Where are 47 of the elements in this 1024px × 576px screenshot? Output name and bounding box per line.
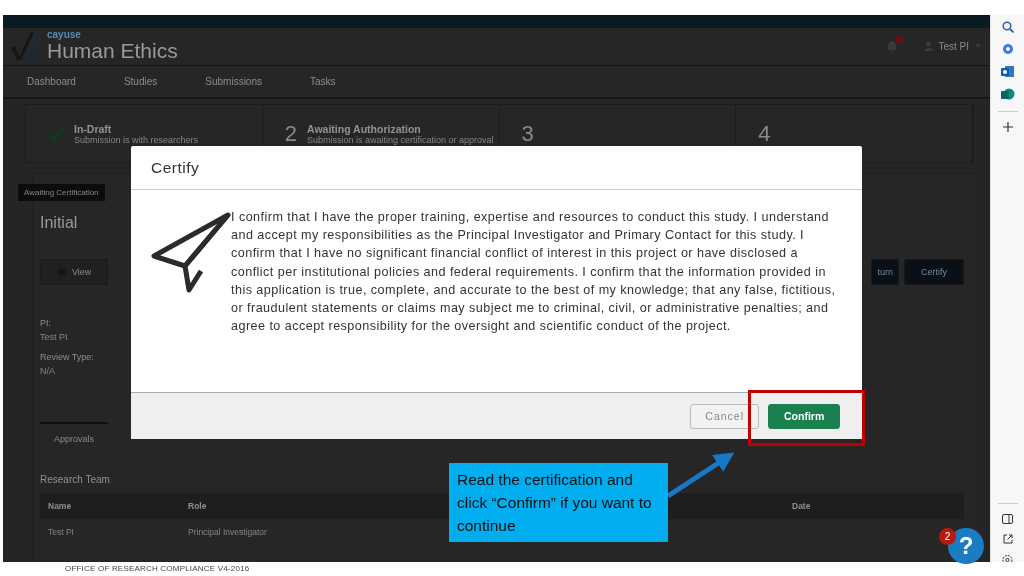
column-header: Date bbox=[784, 493, 964, 520]
field-label: PI: bbox=[40, 318, 51, 329]
settings-icon[interactable] bbox=[1002, 554, 1013, 562]
footer-text: OFFICE OF RESEARCH COMPLIANCE V4-2016 bbox=[65, 564, 250, 573]
action-button[interactable]: Certify bbox=[904, 259, 964, 286]
document-app-icon[interactable] bbox=[1000, 88, 1015, 101]
plus-icon[interactable] bbox=[1002, 122, 1013, 132]
step-number: 3 bbox=[521, 120, 534, 147]
logo-icon bbox=[9, 32, 43, 63]
nav-link[interactable]: Dashboard bbox=[27, 76, 76, 88]
nav-link[interactable]: Submissions bbox=[205, 76, 262, 88]
column-header: Name bbox=[40, 493, 180, 520]
check-icon bbox=[48, 126, 64, 141]
section-heading: Research Team bbox=[40, 474, 110, 486]
view-button[interactable]: View bbox=[40, 259, 109, 286]
step-description: Submission is with researchers bbox=[74, 134, 199, 145]
field-label: Review Type: bbox=[40, 352, 94, 363]
step-title: In-Draft bbox=[74, 122, 113, 135]
cancel-button[interactable]: Cancel bbox=[690, 403, 759, 429]
dialog-title: Certify bbox=[131, 146, 862, 190]
certification-text: I confirm that I have the proper training, expertise and resources to conduct this study. I understand and accept my responsibilities as the Principal Investigator and Primary Contact for this study. I confirm that I have no significant financial conflict of interest in this project or have disclosed a conflict per institutional policies and federal requirements. I confirm that the information provided in this application is true, complete, and accurate to the best of my knowledge; that any false, fictitious, or fraudulent statements or claims may subject me to criminal, civil, or administrative penalties; and agree to accept responsibility for the oversight and scientific conduct of the project. bbox=[231, 209, 837, 336]
step-description: Submission is awaiting certification or approval bbox=[307, 134, 494, 145]
notification-dot bbox=[895, 35, 904, 44]
external-link-icon[interactable] bbox=[1002, 534, 1013, 544]
instruction-callout: Read the certification and click “Confirm” if you want to continue bbox=[449, 463, 668, 542]
field-value: Test PI bbox=[40, 332, 68, 343]
status-tag: Awaiting Certification bbox=[18, 184, 105, 202]
field-value: N/A bbox=[40, 366, 55, 377]
brand-name: cayuse bbox=[47, 30, 82, 41]
mail-app-icon[interactable] bbox=[1001, 65, 1014, 78]
tab[interactable]: Approvals bbox=[40, 422, 109, 455]
study-title: Initial bbox=[40, 214, 78, 233]
paper-plane-icon bbox=[151, 212, 231, 294]
step-number: 4 bbox=[758, 120, 771, 147]
search-icon[interactable] bbox=[1001, 21, 1014, 33]
step-number: 2 bbox=[284, 120, 297, 147]
nav-link[interactable]: Tasks bbox=[310, 76, 336, 88]
panel-icon[interactable] bbox=[1002, 514, 1013, 524]
user-menu[interactable]: Test PI bbox=[924, 40, 982, 52]
step-title: Awaiting Authorization bbox=[307, 122, 422, 135]
confirm-button[interactable]: Confirm bbox=[768, 403, 840, 429]
action-button[interactable]: turn bbox=[871, 259, 899, 286]
app-icon[interactable] bbox=[1001, 43, 1014, 55]
product-name: Human Ethics bbox=[47, 40, 178, 63]
table-cell-text: Test PI bbox=[47, 526, 75, 540]
table-cell-text: Principal Investigator bbox=[187, 526, 268, 540]
nav-link[interactable]: Studies bbox=[123, 76, 158, 88]
